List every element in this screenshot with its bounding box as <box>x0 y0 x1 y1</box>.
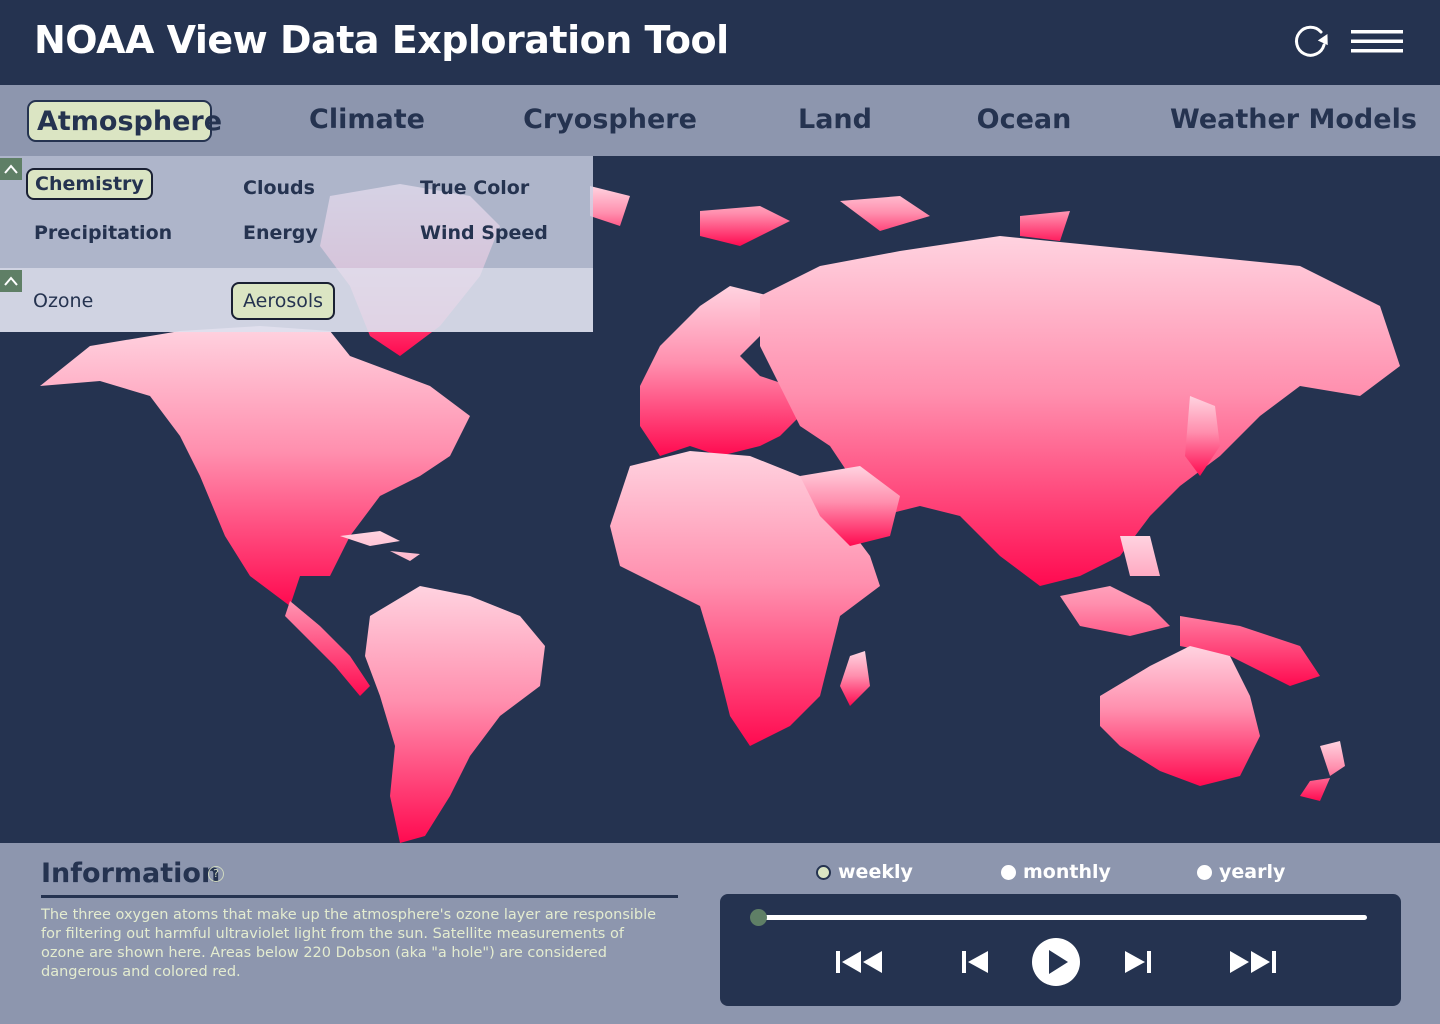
landmass-south-america <box>365 586 545 843</box>
subcategory-wind-speed[interactable]: Wind Speed <box>420 222 548 244</box>
landmass-madagascar <box>840 651 870 706</box>
timeline-player <box>720 894 1401 1006</box>
app-header: NOAA View Data Exploration Tool <box>0 0 1440 85</box>
radio-dot <box>816 864 831 880</box>
help-icon[interactable]: ? <box>208 866 224 882</box>
landmass-australia <box>1100 646 1260 786</box>
refresh-button[interactable] <box>1288 20 1334 64</box>
step-back-button[interactable] <box>958 937 992 987</box>
app-title: NOAA View Data Exploration Tool <box>34 18 729 62</box>
radio-yearly[interactable]: yearly <box>1197 861 1285 883</box>
collapse-subcategories-button[interactable] <box>0 158 22 180</box>
landmass-new-zealand <box>1300 741 1345 801</box>
step-back-icon <box>962 951 988 973</box>
tab-cryosphere[interactable]: Cryosphere <box>522 100 698 142</box>
skip-to-start-button[interactable] <box>832 937 888 987</box>
timeline-track[interactable] <box>750 909 1367 926</box>
landmass-north-america <box>40 326 470 606</box>
information-text: The three oxygen atoms that make up the … <box>41 907 657 980</box>
tab-ocean[interactable]: Ocean <box>970 100 1078 142</box>
tab-atmosphere[interactable]: Atmosphere <box>27 100 222 142</box>
information-title: Information <box>41 858 221 889</box>
information-divider <box>41 895 678 898</box>
skip-to-start-icon <box>836 951 882 973</box>
subcategory-panel: Chemistry Clouds True Color Precipitatio… <box>0 156 593 332</box>
subcategory-row: Chemistry Clouds True Color Precipitatio… <box>0 156 593 268</box>
radio-weekly[interactable]: weekly <box>816 861 913 883</box>
hamburger-menu-icon <box>1351 30 1403 53</box>
tab-climate[interactable]: Climate <box>300 100 434 142</box>
subcategory-true-color[interactable]: True Color <box>420 177 529 199</box>
chevron-up-icon <box>4 276 18 286</box>
radio-label: monthly <box>1023 861 1111 883</box>
category-tabs: Atmosphere Climate Cryosphere Land Ocean… <box>0 85 1440 156</box>
timeline-thumb[interactable] <box>750 909 767 926</box>
variable-row: Ozone Aerosols <box>0 268 593 332</box>
subcategory-energy[interactable]: Energy <box>243 222 318 244</box>
radio-dot <box>1197 864 1212 880</box>
radio-dot <box>1001 864 1016 880</box>
subcategory-chemistry[interactable]: Chemistry <box>26 168 153 200</box>
skip-to-end-icon <box>1230 951 1276 973</box>
variable-ozone[interactable]: Ozone <box>33 290 93 312</box>
subcategory-precipitation[interactable]: Precipitation <box>34 222 172 244</box>
refresh-icon <box>1295 25 1328 57</box>
radio-label: weekly <box>838 861 913 883</box>
chevron-up-icon <box>4 164 18 174</box>
tab-weather-models[interactable]: Weather Models <box>1170 100 1417 142</box>
skip-to-end-button[interactable] <box>1224 937 1280 987</box>
subcategory-clouds[interactable]: Clouds <box>243 177 315 199</box>
radio-monthly[interactable]: monthly <box>1001 861 1111 883</box>
bottom-panel: Information ? The three oxygen atoms tha… <box>0 843 1440 1024</box>
collapse-variables-button[interactable] <box>0 270 22 292</box>
play-button[interactable] <box>1030 937 1082 987</box>
menu-button[interactable] <box>1348 20 1406 64</box>
play-icon <box>1032 938 1080 986</box>
variable-aerosols[interactable]: Aerosols <box>231 282 336 320</box>
tab-land[interactable]: Land <box>790 100 880 142</box>
radio-label: yearly <box>1219 861 1286 883</box>
step-forward-icon <box>1125 951 1151 973</box>
step-forward-button[interactable] <box>1121 937 1155 987</box>
